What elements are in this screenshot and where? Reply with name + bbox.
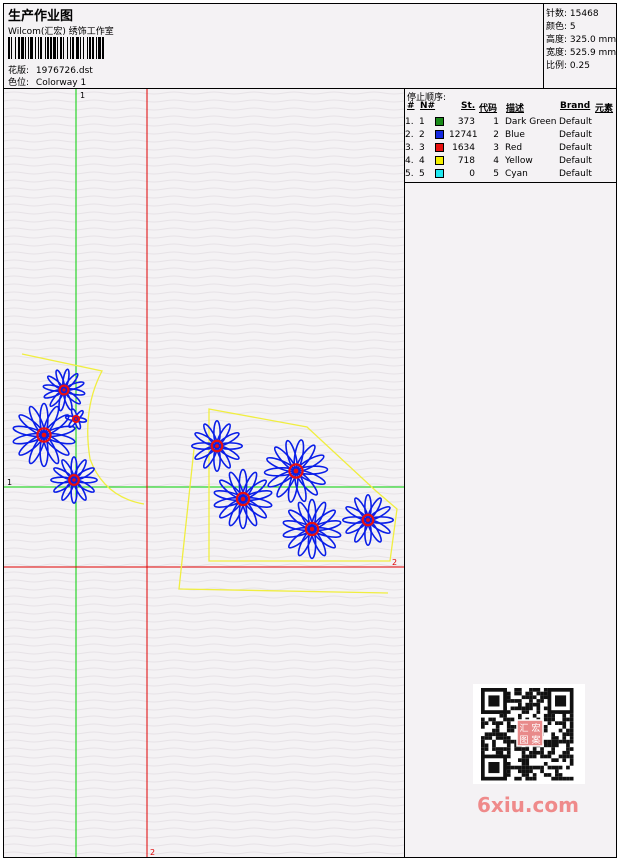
- watermark-site-logo: 6xiu.com: [477, 793, 579, 817]
- qr-seal-char: 图: [519, 735, 528, 746]
- spec-scale: 比例: 0.25: [546, 61, 590, 71]
- colorway-row: 色位: Colorway 1: [8, 75, 86, 88]
- spec-width: 宽度: 525.9 mm: [546, 48, 617, 58]
- stop-row: 4. 4 718 4 Yellow Default: [405, 156, 592, 166]
- axis-label-green-left: 1: [7, 478, 12, 487]
- qr-seal-char: 汇: [519, 723, 528, 734]
- page-title: 生产作业图: [8, 9, 74, 24]
- col-header-number: N#: [420, 101, 436, 111]
- header-info-panel: 生产作业图 Wilcom(汇宏) 绣饰工作室 花版: 1976726.dst 色…: [4, 4, 544, 89]
- color-swatch: [435, 143, 444, 152]
- axis-label-red-right: 2: [392, 558, 397, 567]
- qr-seal-char: 案: [531, 734, 540, 746]
- col-header-index: #: [407, 101, 415, 111]
- barcode: [8, 37, 104, 59]
- col-header-brand: Brand: [560, 101, 591, 111]
- color-swatch: [435, 156, 444, 165]
- axis-label-red-bottom: 2: [150, 848, 155, 857]
- stop-row: 2. 2 12741 2 Blue Default: [405, 130, 592, 140]
- spec-colors: 颜色: 5: [546, 22, 576, 32]
- qr-code: 汇宏图案: [473, 684, 585, 784]
- canvas-background: [4, 89, 404, 857]
- col-header-stitches: St.: [461, 101, 476, 111]
- embroidery-design-canvas: 1 1 2 2: [4, 89, 405, 857]
- col-header-description: 描述: [506, 104, 525, 114]
- production-worksheet: 生产作业图 Wilcom(汇宏) 绣饰工作室 花版: 1976726.dst 色…: [3, 3, 617, 858]
- colorway-label: 色位:: [8, 78, 30, 88]
- color-swatch: [435, 169, 444, 178]
- stop-row: 3. 3 1634 3 Red Default: [405, 143, 592, 153]
- color-swatch: [435, 130, 444, 139]
- axis-label-green-top: 1: [80, 91, 85, 100]
- design-drawing: 1 1 2 2: [4, 89, 404, 857]
- stop-row: 5. 5 0 5 Cyan Default: [405, 169, 592, 179]
- col-header-element: 元素: [595, 104, 614, 114]
- stop-row: 1. 1 373 1 Dark Green Default: [405, 117, 592, 127]
- col-header-code: 代码: [479, 104, 498, 114]
- colorway-value: Colorway 1: [35, 78, 87, 88]
- color-swatch: [435, 117, 444, 126]
- spec-stitches: 针数: 15468: [546, 9, 599, 19]
- qr-seal-char: 宏: [531, 722, 540, 734]
- studio-name: Wilcom(汇宏) 绣饰工作室: [8, 27, 114, 37]
- stop-sequence-panel: 停止顺序: # N# St. 代码 描述 Brand 元素 1. 1 373 1…: [405, 89, 616, 183]
- spec-height: 高度: 325.0 mm: [546, 35, 617, 45]
- design-specs-panel: 针数: 15468 颜色: 5 高度: 325.0 mm 宽度: 525.9 m…: [544, 4, 616, 89]
